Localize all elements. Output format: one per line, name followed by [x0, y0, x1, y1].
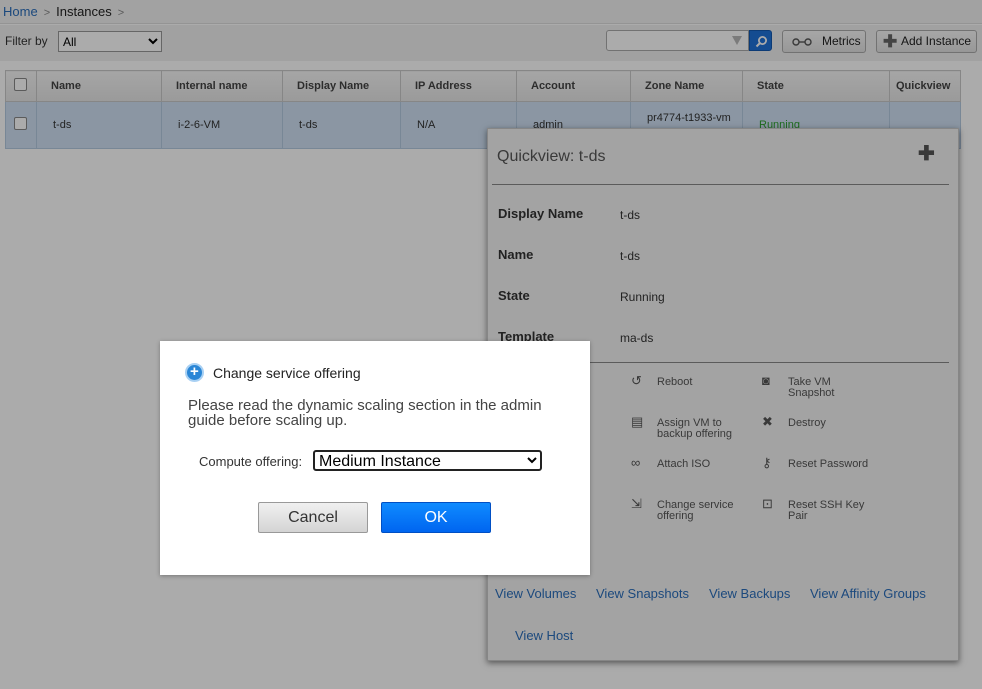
- ok-button[interactable]: OK: [381, 502, 491, 533]
- compute-offering-label: Compute offering:: [199, 454, 303, 469]
- dialog-title: Change service offering: [213, 365, 361, 381]
- change-service-offering-dialog: + Change service offering Please read th…: [160, 341, 590, 575]
- dialog-message: Please read the dynamic scaling section …: [188, 397, 542, 429]
- info-plus-icon: +: [185, 363, 204, 382]
- cancel-button[interactable]: Cancel: [258, 502, 368, 533]
- compute-offering-select[interactable]: Medium Instance: [313, 450, 542, 471]
